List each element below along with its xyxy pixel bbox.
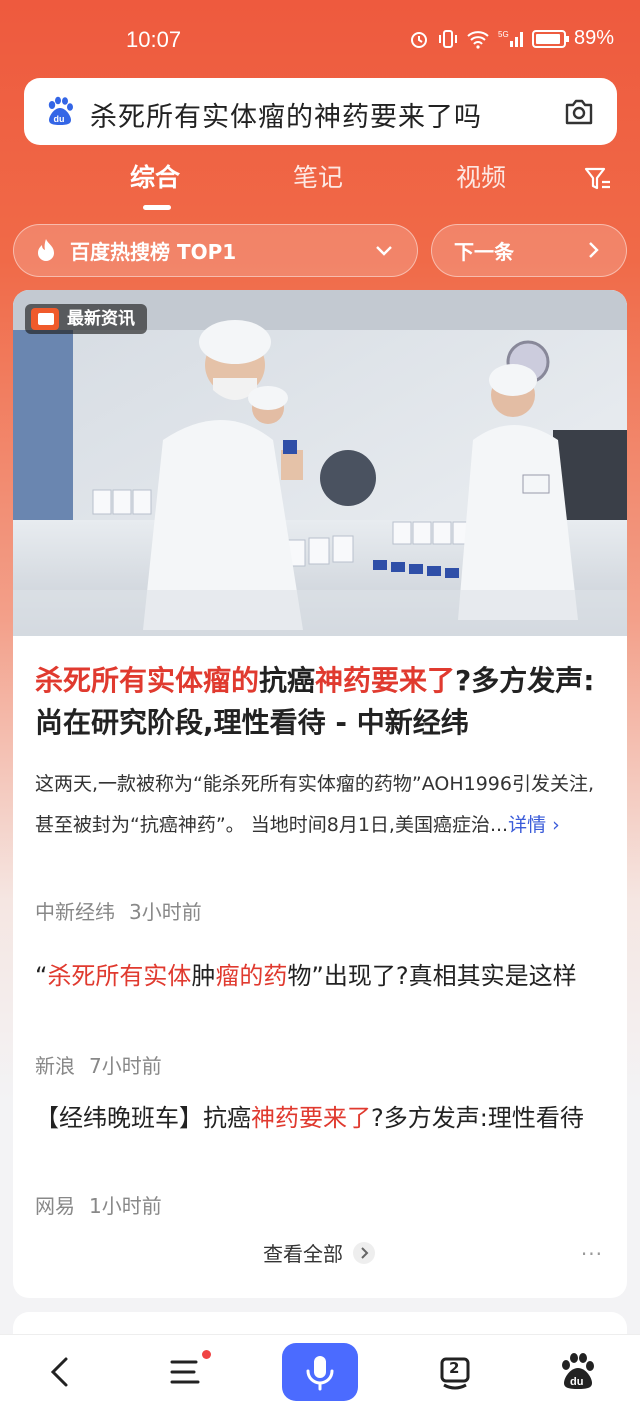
- status-icons: 5G 89%: [408, 27, 614, 50]
- tab-video[interactable]: 视频: [456, 158, 506, 194]
- headline-part2: 抗癌: [259, 664, 316, 697]
- signal-icon: 5G: [498, 30, 523, 47]
- next-item-chip[interactable]: 下一条: [431, 224, 627, 277]
- headline-part3: 神药要来了: [315, 664, 456, 697]
- related-1-part: 肿: [191, 962, 216, 990]
- camera-icon[interactable]: [563, 97, 595, 127]
- latest-news-badge: 最新资讯: [25, 304, 147, 334]
- svg-text:du: du: [570, 1376, 583, 1388]
- menu-button[interactable]: [160, 1347, 211, 1397]
- summary: 这两天,一款被称为“能杀死所有实体瘤的药物”AOH1996引发关注,甚至被封为“…: [35, 764, 605, 846]
- back-icon[interactable]: [36, 1347, 86, 1397]
- hot-search-chip[interactable]: 百度热搜榜 TOP1: [13, 224, 418, 277]
- vibrate-icon: [438, 29, 457, 48]
- chevron-right-icon[interactable]: ›: [546, 814, 560, 836]
- related-1-time: 7小时前: [89, 1054, 162, 1078]
- view-all-label: 查看全部: [263, 1242, 343, 1266]
- detail-link[interactable]: 详情: [508, 814, 546, 836]
- hot-search-label: 百度热搜榜 TOP1: [70, 240, 237, 264]
- search-box[interactable]: du 杀死所有实体瘤的神药要来了吗: [24, 78, 617, 145]
- related-1-source: 新浪: [35, 1054, 75, 1078]
- headline[interactable]: 杀死所有实体瘤的抗癌神药要来了?多方发声:尚在研究阶段,理性看待 - 中新经纬: [35, 660, 605, 744]
- related-1-part: “: [35, 962, 48, 990]
- status-bar: 10:07 5G 89%: [0, 0, 640, 80]
- svg-text:5G: 5G: [498, 30, 509, 39]
- voice-search-button[interactable]: [282, 1343, 358, 1401]
- battery-icon: [531, 29, 569, 48]
- related-item-2-meta: 网易 1小时前: [35, 1190, 162, 1219]
- related-2-part: 神药要来了: [251, 1104, 371, 1132]
- news-card: 最新资讯 杀死所有实体瘤的抗癌神药要来了?多方发声:尚在研究阶段,理性看待 - …: [13, 290, 627, 1298]
- related-item-1-meta: 新浪 7小时前: [35, 1050, 162, 1079]
- baidu-home-icon[interactable]: du: [553, 1347, 603, 1397]
- flame-icon: [38, 238, 54, 261]
- related-2-part: 【经纬晚班车】抗癌: [35, 1104, 251, 1132]
- tab-all[interactable]: 综合: [130, 158, 180, 194]
- baidu-logo-icon: du: [48, 96, 73, 125]
- headline-part1: 杀死所有实体瘤的: [35, 664, 260, 697]
- related-1-part: 物”出现了?真相其实是这样: [287, 962, 577, 990]
- hero-image[interactable]: 最新资讯: [13, 290, 627, 636]
- related-2-time: 1小时前: [89, 1194, 162, 1218]
- lab-photo: [13, 290, 627, 636]
- related-item-2-title[interactable]: 【经纬晚班车】抗癌神药要来了?多方发声:理性看待: [35, 1098, 605, 1138]
- related-2-part: ?多方发声:理性看待: [371, 1104, 584, 1132]
- related-1-part: 瘤的药: [215, 962, 288, 990]
- bottom-nav: 2 du: [0, 1334, 640, 1408]
- search-query[interactable]: 杀死所有实体瘤的神药要来了吗: [90, 95, 482, 134]
- status-time: 10:07: [126, 27, 182, 52]
- chevron-right-icon: [353, 1241, 375, 1264]
- wifi-icon: [467, 30, 489, 49]
- news-time: 3小时前: [129, 900, 202, 924]
- tabs-count: 2: [449, 1359, 460, 1377]
- notification-dot: [202, 1350, 211, 1359]
- related-2-source: 网易: [35, 1194, 75, 1218]
- tabs-button[interactable]: 2: [430, 1347, 480, 1397]
- filter-icon[interactable]: [584, 166, 612, 192]
- svg-text:du: du: [54, 114, 65, 124]
- related-1-part: 杀死所有实体: [47, 962, 192, 990]
- tab-notes[interactable]: 笔记: [293, 158, 343, 194]
- battery-level: 89%: [573, 27, 614, 49]
- view-all-button[interactable]: 查看全部: [263, 1238, 375, 1267]
- alarm-icon: [410, 31, 427, 48]
- mic-icon: [306, 1356, 334, 1391]
- news-source: 中新经纬: [35, 900, 115, 924]
- latest-news-label: 最新资讯: [67, 309, 135, 329]
- related-item-1-title[interactable]: “杀死所有实体肿瘤的药物”出现了?真相其实是这样: [35, 956, 605, 996]
- news-icon: [31, 308, 59, 330]
- next-item-label: 下一条: [454, 240, 514, 264]
- chevron-down-icon: [376, 246, 392, 256]
- more-options-icon[interactable]: ···: [581, 1242, 603, 1266]
- tab-indicator: [143, 205, 171, 210]
- news-meta: 中新经纬 3小时前: [35, 896, 202, 925]
- chevron-right-icon: [589, 242, 599, 258]
- tab-bar: 综合 笔记 视频: [0, 158, 640, 208]
